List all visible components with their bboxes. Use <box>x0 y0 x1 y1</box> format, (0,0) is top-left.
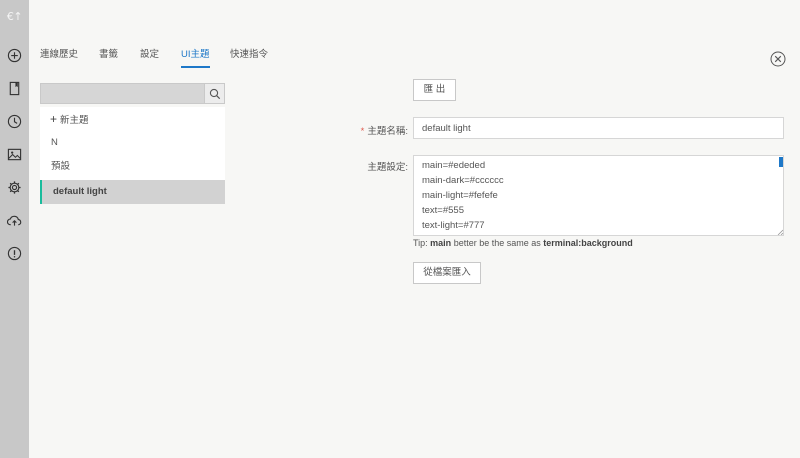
new-theme-label: 新主題 <box>60 115 89 126</box>
close-icon[interactable] <box>770 51 786 67</box>
import-from-file-button[interactable]: 從檔案匯入 <box>413 262 481 284</box>
clock-icon[interactable] <box>7 114 22 129</box>
image-icon[interactable] <box>7 147 22 162</box>
bookmark-icon[interactable] <box>7 81 22 96</box>
gear-icon[interactable] <box>7 180 22 195</box>
theme-item-default-light[interactable]: default light <box>40 180 225 204</box>
theme-item-default[interactable]: 預設 <box>40 155 225 179</box>
theme-name-label: * 主題名稱: <box>340 123 408 137</box>
tab-quick-commands[interactable]: 快速指令 <box>230 46 268 68</box>
theme-search <box>40 83 225 104</box>
tab-settings[interactable]: 設定 <box>140 46 159 68</box>
app-logo: €↑ <box>6 10 23 23</box>
new-theme-button[interactable]: + 新主題 <box>40 107 225 131</box>
theme-search-input[interactable] <box>40 83 204 104</box>
scrollbar-thumb[interactable] <box>779 157 783 167</box>
theme-item-n[interactable]: N <box>40 131 225 155</box>
config-line: main-light=#fefefe <box>422 190 498 201</box>
theme-list: + 新主題 N 預設 default light <box>40 107 225 204</box>
theme-config-label: 主題設定: <box>367 162 408 173</box>
required-marker: * <box>360 126 365 137</box>
config-line: text=#555 <box>422 205 464 216</box>
tip-terminal-background: terminal:background <box>543 238 633 248</box>
tip-main: main <box>430 238 452 248</box>
tip-prefix: Tip: <box>413 238 431 248</box>
tip-middle: better be the same as <box>451 238 544 248</box>
config-line: main-dark=#cccccc <box>422 175 504 186</box>
search-icon <box>209 88 221 100</box>
resize-grip-icon[interactable] <box>777 229 783 235</box>
plus-circle-icon[interactable] <box>7 48 22 63</box>
tab-ui-theme[interactable]: UI主題 <box>181 46 210 68</box>
tab-history[interactable]: 連線歷史 <box>40 46 78 68</box>
info-icon[interactable] <box>7 246 22 261</box>
plus-icon: + <box>50 112 58 126</box>
config-line: text-light=#777 <box>422 220 485 231</box>
search-button[interactable] <box>204 83 225 104</box>
theme-name-label-text: 主題名稱: <box>367 126 408 137</box>
theme-config-textarea[interactable]: main=#ededed main-dark=#cccccc main-ligh… <box>413 155 784 236</box>
theme-name-input[interactable] <box>413 117 784 139</box>
config-line: main=#ededed <box>422 160 486 171</box>
cloud-upload-icon[interactable] <box>7 213 22 228</box>
sidebar-rail: €↑ <box>0 0 29 458</box>
tab-bookmarks[interactable]: 書籤 <box>99 46 118 68</box>
config-tip: Tip: main better be the same as terminal… <box>413 238 633 248</box>
export-button[interactable]: 匯 出 <box>413 79 456 101</box>
